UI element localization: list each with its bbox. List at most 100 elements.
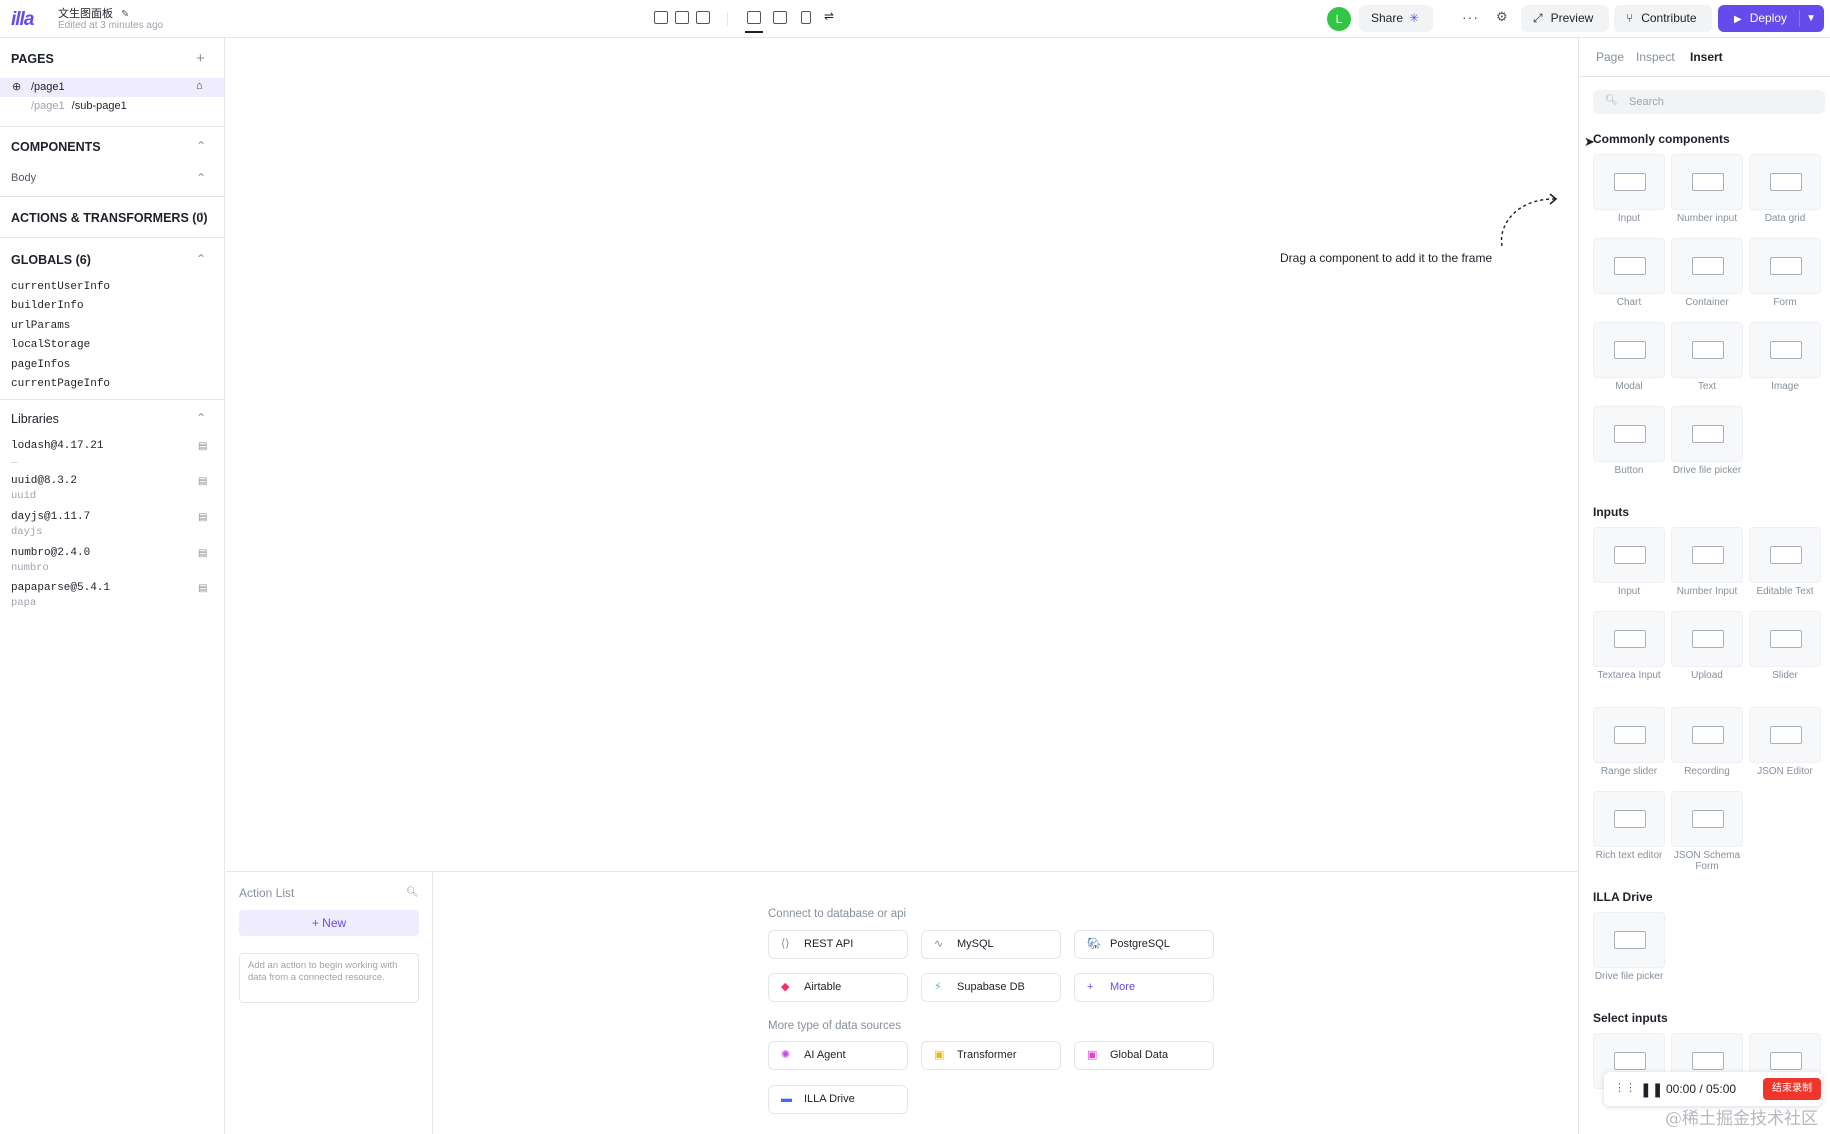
chevron-up-icon[interactable]: ⌃ [196, 139, 206, 153]
library-name[interactable]: papaparse@5.4.1 [11, 582, 110, 594]
adjust-icon[interactable]: ⇌ [824, 9, 838, 23]
layout-auto-icon[interactable] [745, 11, 763, 33]
component-card[interactable]: Input [1593, 527, 1665, 597]
illa-logo[interactable]: illa [11, 9, 34, 31]
chevron-down-icon[interactable]: ▼ [1806, 5, 1816, 32]
edit-pencil-icon[interactable]: ✎ [121, 9, 129, 20]
document-icon[interactable]: ▤ [198, 512, 207, 523]
deploy-button[interactable]: ▶ Deploy ▼ [1718, 5, 1824, 32]
document-icon[interactable]: ▤ [198, 548, 207, 559]
component-thumbnail [1593, 322, 1665, 378]
component-card[interactable]: Range slider [1593, 707, 1665, 777]
datasource-rest-api[interactable]: ⟨⟩ REST API [768, 930, 908, 959]
chevron-up-icon[interactable]: ⌃ [196, 171, 206, 185]
left-panel-toggle-icon[interactable] [654, 11, 668, 24]
global-item[interactable]: localStorage [11, 339, 90, 351]
component-card[interactable]: Textarea Input [1593, 611, 1665, 681]
preview-button[interactable]: ⤢ Preview [1521, 5, 1609, 32]
component-card[interactable]: Recording [1671, 707, 1743, 777]
component-card[interactable]: Upload [1671, 611, 1743, 681]
component-name: Image [1771, 381, 1799, 392]
component-card[interactable]: Data grid [1749, 154, 1821, 224]
desktop-view-icon[interactable] [773, 11, 787, 24]
app-name[interactable]: 文生图面板 ✎ [58, 5, 129, 21]
user-avatar[interactable]: L [1327, 7, 1351, 31]
chevron-up-icon[interactable]: ⌃ [196, 210, 206, 224]
contribute-button[interactable]: ⑂ Contribute [1614, 5, 1712, 32]
library-name[interactable]: lodash@4.17.21 [11, 440, 103, 452]
tab-insert[interactable]: Insert [1690, 50, 1723, 64]
drag-handle-icon[interactable]: ⋮⋮ [1614, 1081, 1636, 1094]
page-item-page1[interactable]: ⊕ /page1 ⌂ [0, 78, 224, 97]
component-card[interactable]: Image [1749, 322, 1821, 392]
right-panel-toggle-icon[interactable] [696, 11, 710, 24]
component-card[interactable]: Slider [1749, 611, 1821, 681]
datasource-more[interactable]: + More [1074, 973, 1214, 1002]
component-preview-icon [1692, 546, 1724, 564]
component-card[interactable]: Input [1593, 154, 1665, 224]
datasource-illa-drive[interactable]: ▬ ILLA Drive [768, 1085, 908, 1114]
new-action-button[interactable]: + New [239, 910, 419, 936]
tab-inspect[interactable]: Inspect [1636, 50, 1675, 64]
home-icon[interactable]: ⌂ [196, 80, 203, 92]
component-card[interactable]: Number input [1671, 154, 1743, 224]
component-card[interactable]: Drive file picker [1671, 406, 1743, 476]
component-card[interactable]: Text [1671, 322, 1743, 392]
global-item[interactable]: currentPageInfo [11, 378, 110, 390]
component-preview-icon [1614, 173, 1646, 191]
document-icon[interactable]: ▤ [198, 441, 207, 452]
add-page-icon[interactable]: + [196, 50, 205, 67]
left-panel: PAGES + ⊕ /page1 ⌂ /page1/sub-page1 COMP… [0, 38, 225, 1134]
component-thumbnail [1593, 707, 1665, 763]
component-card[interactable]: Number Input [1671, 527, 1743, 597]
component-card[interactable]: JSON Editor [1749, 707, 1821, 777]
component-card[interactable]: Chart [1593, 238, 1665, 308]
component-card[interactable]: Rich text editor [1593, 791, 1665, 861]
datasource-global-data[interactable]: ▣ Global Data [1074, 1041, 1214, 1070]
global-item[interactable]: currentUserInfo [11, 281, 110, 293]
component-card[interactable]: Container [1671, 238, 1743, 308]
share-button[interactable]: Share ✳ [1359, 5, 1433, 32]
component-card[interactable]: Form [1749, 238, 1821, 308]
global-item[interactable]: urlParams [11, 320, 70, 332]
datasource-mysql[interactable]: ∿ MySQL [921, 930, 1061, 959]
document-icon[interactable]: ▤ [198, 476, 207, 487]
component-card[interactable]: Drive file picker [1593, 912, 1665, 982]
stop-recording-button[interactable]: 结束录制 [1763, 1078, 1821, 1100]
search-icon[interactable]: 🔍︎ [406, 887, 419, 898]
global-item[interactable]: pageInfos [11, 359, 70, 371]
mobile-view-icon[interactable] [801, 11, 811, 24]
chevron-up-icon[interactable]: ⌃ [196, 252, 206, 266]
tab-page[interactable]: Page [1596, 50, 1624, 64]
document-icon[interactable]: ▤ [198, 583, 207, 594]
component-thumbnail [1749, 322, 1821, 378]
datasource-transformer[interactable]: ▣ Transformer [921, 1041, 1061, 1070]
component-card[interactable]: Modal [1593, 322, 1665, 392]
postgresql-icon: 🐘︎ [1087, 938, 1101, 950]
pause-icon[interactable]: ❚❚ [1640, 1081, 1663, 1098]
right-panel: Page Inspect Insert 🔍︎ Commonly componen… [1578, 38, 1830, 1134]
more-icon[interactable]: ··· [1462, 9, 1479, 25]
library-name[interactable]: dayjs@1.11.7 [11, 511, 90, 523]
component-search[interactable]: 🔍︎ [1593, 90, 1825, 114]
datasource-airtable[interactable]: ◆ Airtable [768, 973, 908, 1002]
component-card[interactable]: Editable Text [1749, 527, 1821, 597]
subpage-item[interactable]: /page1/sub-page1 [31, 100, 127, 112]
settings-icon[interactable]: ⚙ [1496, 9, 1508, 25]
datasource-supabase[interactable]: ⚡︎ Supabase DB [921, 973, 1061, 1002]
component-card[interactable]: JSON Schema Form [1671, 791, 1743, 872]
search-input[interactable] [1629, 93, 1809, 111]
datasource-postgresql[interactable]: 🐘︎ PostgreSQL [1074, 930, 1214, 959]
libraries-title: Libraries [11, 412, 59, 426]
editor-canvas[interactable] [226, 38, 1578, 871]
library-name[interactable]: numbro@2.4.0 [11, 547, 90, 559]
component-card[interactable]: Button [1593, 406, 1665, 476]
bottom-panel-toggle-icon[interactable] [675, 11, 689, 24]
global-item[interactable]: builderInfo [11, 300, 84, 312]
transformer-icon: ▣ [934, 1049, 945, 1061]
datasource-ai-agent[interactable]: ✺ AI Agent [768, 1041, 908, 1070]
body-node[interactable]: Body [11, 172, 36, 184]
globe-icon: ⊕ [12, 81, 22, 93]
chevron-up-icon[interactable]: ⌃ [196, 411, 206, 425]
library-name[interactable]: uuid@8.3.2 [11, 475, 77, 487]
